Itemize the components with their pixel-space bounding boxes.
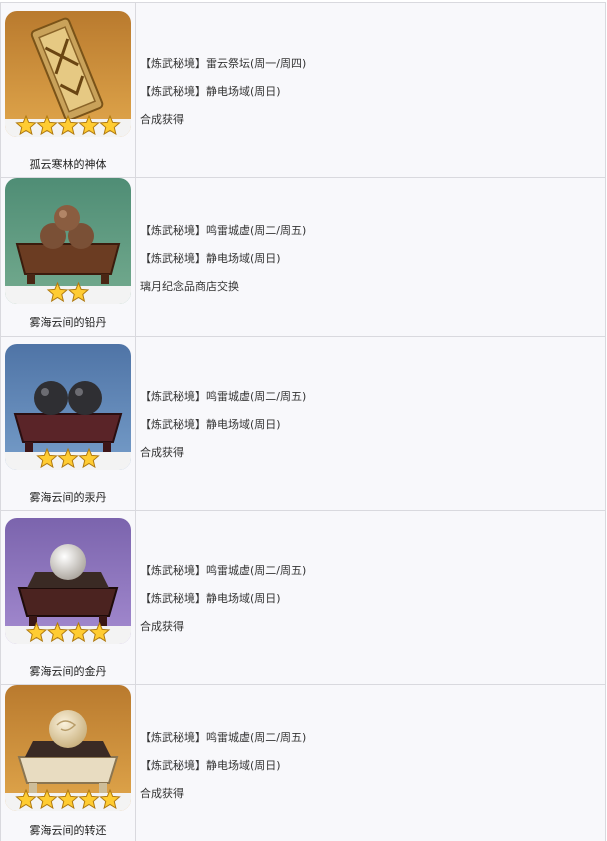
source-line: 合成获得 (140, 446, 184, 459)
table-row: 孤云寒林的神体 【炼武秘境】雷云祭坛(周一/周四) 【炼武秘境】静电场域(周日)… (0, 2, 606, 177)
table-row: 雾海云间的铅丹 【炼武秘境】鸣雷城虚(周二/周五) 【炼武秘境】静电场域(周日)… (0, 177, 606, 336)
item-icon[interactable] (5, 344, 131, 470)
item-name: 雾海云间的汞丹 (29, 491, 107, 504)
item-cell: 雾海云间的金丹 (1, 511, 136, 684)
item-icon[interactable] (5, 11, 131, 137)
table-row: 雾海云间的金丹 【炼武秘境】鸣雷城虚(周二/周五) 【炼武秘境】静电场域(周日)… (0, 510, 606, 684)
source-line: 【炼武秘境】静电场域(周日) (140, 592, 281, 605)
source-line: 【炼武秘境】静电场域(周日) (140, 85, 281, 98)
source-line: 合成获得 (140, 787, 184, 800)
sources-cell: 【炼武秘境】鸣雷城虚(周二/周五) 【炼武秘境】静电场域(周日) 合成获得 (136, 685, 605, 841)
source-line: 【炼武秘境】静电场域(周日) (140, 759, 281, 772)
sources-cell: 【炼武秘境】雷云祭坛(周一/周四) 【炼武秘境】静电场域(周日) 合成获得 (136, 3, 605, 177)
item-icon[interactable] (5, 178, 131, 304)
sources-cell: 【炼武秘境】鸣雷城虚(周二/周五) 【炼武秘境】静电场域(周日) 璃月纪念品商店… (136, 178, 605, 336)
source-line: 璃月纪念品商店交换 (140, 280, 239, 293)
source-line: 【炼武秘境】静电场域(周日) (140, 418, 281, 431)
source-line: 【炼武秘境】鸣雷城虚(周二/周五) (140, 224, 307, 237)
item-cell: 孤云寒林的神体 (1, 3, 136, 177)
item-icon[interactable] (5, 518, 131, 644)
source-line: 合成获得 (140, 113, 184, 126)
item-name: 雾海云间的金丹 (29, 665, 107, 678)
item-icon[interactable] (5, 685, 131, 811)
source-line: 【炼武秘境】鸣雷城虚(周二/周五) (140, 731, 307, 744)
source-line: 【炼武秘境】鸣雷城虚(周二/周五) (140, 390, 307, 403)
table-row: 雾海云间的转还 【炼武秘境】鸣雷城虚(周二/周五) 【炼武秘境】静电场域(周日)… (0, 684, 606, 841)
table-row: 雾海云间的汞丹 【炼武秘境】鸣雷城虚(周二/周五) 【炼武秘境】静电场域(周日)… (0, 336, 606, 510)
source-line: 【炼武秘境】雷云祭坛(周一/周四) (140, 57, 307, 70)
sources-cell: 【炼武秘境】鸣雷城虚(周二/周五) 【炼武秘境】静电场域(周日) 合成获得 (136, 511, 605, 684)
source-line: 【炼武秘境】静电场域(周日) (140, 252, 281, 265)
item-name: 雾海云间的铅丹 (29, 316, 107, 329)
item-name: 孤云寒林的神体 (29, 158, 107, 171)
sources-cell: 【炼武秘境】鸣雷城虚(周二/周五) 【炼武秘境】静电场域(周日) 合成获得 (136, 337, 605, 510)
item-cell: 雾海云间的铅丹 (1, 178, 136, 336)
source-line: 合成获得 (140, 620, 184, 633)
item-name: 雾海云间的转还 (29, 824, 107, 837)
source-line: 【炼武秘境】鸣雷城虚(周二/周五) (140, 564, 307, 577)
item-cell: 雾海云间的转还 (1, 685, 136, 841)
item-cell: 雾海云间的汞丹 (1, 337, 136, 510)
